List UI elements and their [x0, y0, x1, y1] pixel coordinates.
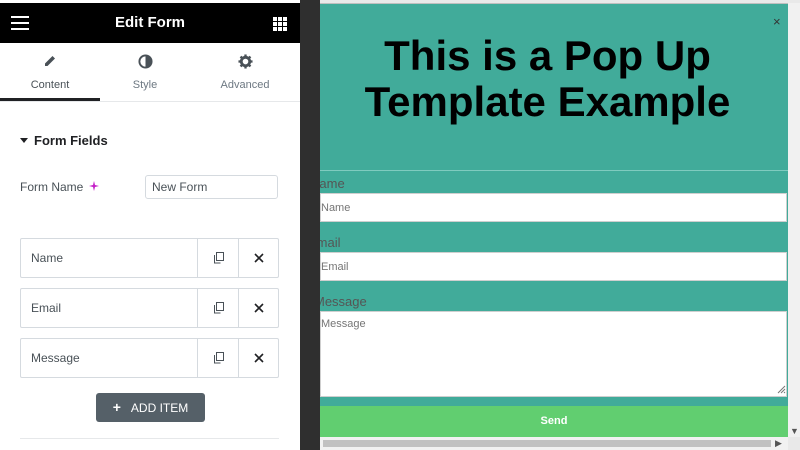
tab-advanced-label: Advanced [220, 79, 270, 91]
add-item-button[interactable]: + ADD ITEM [96, 393, 205, 422]
copy-icon [213, 252, 224, 264]
remove-button[interactable] [238, 339, 279, 377]
message-field-label: Message [320, 294, 367, 309]
repeater-item-message[interactable]: Message [20, 338, 279, 378]
email-field-label: Email [320, 235, 341, 250]
repeater-item-label: Name [31, 251, 64, 265]
ai-sparkle-icon[interactable] [88, 180, 100, 192]
pencil-icon [0, 54, 100, 70]
message-textarea[interactable] [320, 311, 787, 397]
copy-icon [213, 352, 224, 364]
popup-divider [320, 170, 788, 171]
repeater-item-label: Message [31, 351, 80, 365]
editor-panel: Edit Form Content Style Advanced Form Fi… [0, 0, 300, 450]
duplicate-button[interactable] [197, 339, 239, 377]
popup-heading: This is a Pop Up Template Example [364, 32, 731, 125]
popup-close-button[interactable]: × [773, 14, 781, 29]
vertical-scrollbar[interactable] [788, 3, 800, 437]
editor-title: Edit Form [115, 14, 185, 31]
copy-icon [213, 302, 224, 314]
scrollbar-thumb[interactable] [323, 440, 771, 447]
widgets-grid-icon[interactable] [273, 17, 287, 31]
close-icon [254, 303, 264, 313]
duplicate-button[interactable] [197, 289, 239, 327]
contrast-icon [95, 54, 195, 70]
name-input[interactable] [320, 193, 787, 222]
email-input[interactable] [320, 252, 787, 281]
tab-style[interactable]: Style [95, 43, 195, 101]
plus-icon: + [112, 399, 121, 415]
repeater-item-email[interactable]: Email [20, 288, 279, 328]
repeater-item-name[interactable]: Name [20, 238, 279, 278]
send-button[interactable]: Send [320, 406, 788, 437]
form-name-label: Form Name [20, 180, 84, 194]
close-icon [254, 353, 264, 363]
resize-handle-icon[interactable] [776, 384, 786, 394]
horizontal-scrollbar[interactable] [320, 437, 788, 450]
editor-header: Edit Form [0, 3, 300, 43]
remove-button[interactable] [238, 239, 279, 277]
name-field-label: Name [320, 176, 345, 191]
duplicate-button[interactable] [197, 239, 239, 277]
section-toggle-form-fields[interactable]: Form Fields [20, 133, 108, 148]
scroll-down-arrow-icon[interactable]: ▼ [790, 426, 799, 436]
tab-advanced[interactable]: Advanced [195, 43, 295, 101]
gear-icon [195, 54, 295, 70]
scroll-right-arrow-icon[interactable]: ▶ [775, 438, 782, 449]
repeater-item-label: Email [31, 301, 62, 315]
remove-button[interactable] [238, 289, 279, 327]
section-title: Form Fields [34, 133, 108, 148]
caret-down-icon [20, 138, 28, 144]
tab-content-label: Content [30, 79, 70, 91]
close-icon [254, 253, 264, 263]
panel-resizer[interactable] [300, 0, 320, 450]
form-name-input[interactable] [145, 175, 278, 199]
tab-content[interactable]: Content [0, 43, 100, 101]
add-item-label: ADD ITEM [130, 401, 189, 415]
divider [20, 438, 279, 439]
editor-tabs: Content Style Advanced [0, 43, 300, 102]
tab-style-label: Style [132, 79, 158, 91]
